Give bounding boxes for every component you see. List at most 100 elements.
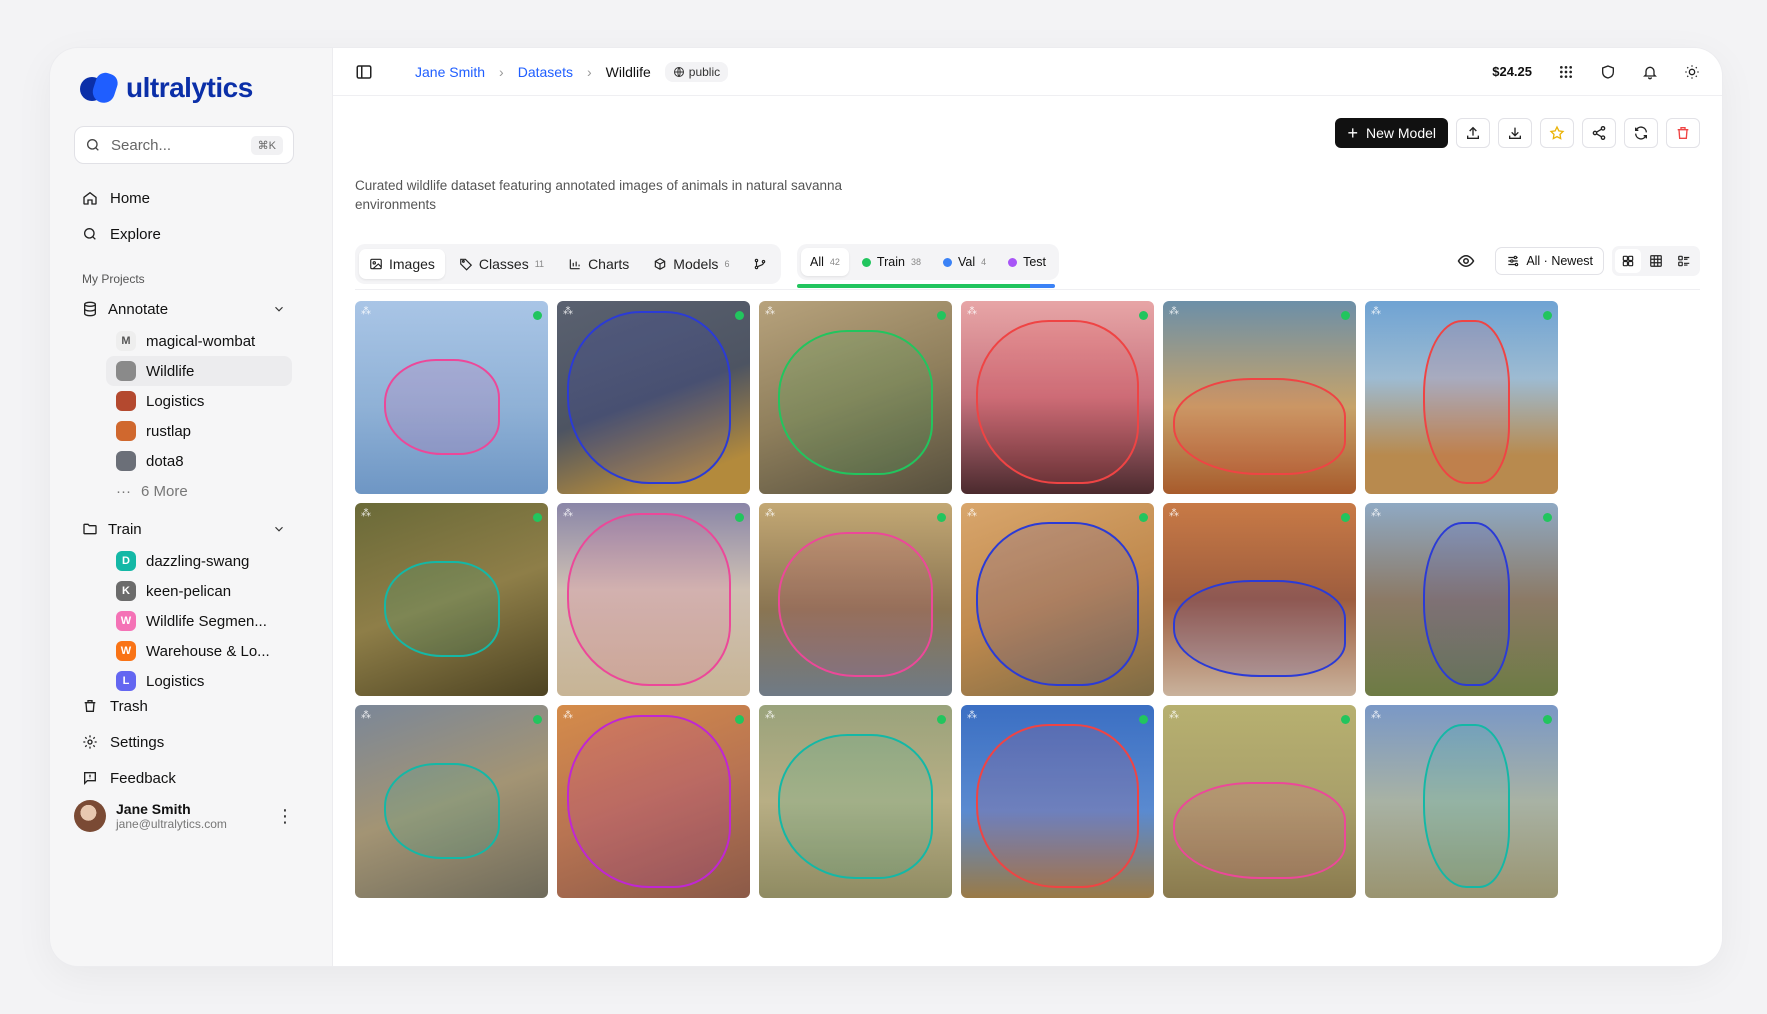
breadcrumb-user[interactable]: Jane Smith bbox=[415, 64, 485, 80]
image-tile[interactable]: ⁂ bbox=[759, 503, 952, 696]
chevron-down-icon[interactable] bbox=[272, 522, 286, 536]
shield-icon[interactable] bbox=[1600, 64, 1616, 80]
balance[interactable]: $24.25 bbox=[1492, 64, 1532, 79]
image-tile[interactable]: ⁂ bbox=[557, 503, 750, 696]
nav-explore-label: Explore bbox=[110, 225, 161, 243]
upload-button[interactable] bbox=[1456, 118, 1490, 148]
tab-charts[interactable]: Charts bbox=[558, 249, 639, 279]
split-test[interactable]: Test bbox=[999, 248, 1055, 276]
search-input[interactable]: Search... ⌘K bbox=[74, 126, 294, 164]
annotation-outline bbox=[566, 714, 731, 889]
image-tile[interactable]: ⁂ bbox=[961, 301, 1154, 494]
grid-small-icon[interactable] bbox=[1643, 249, 1669, 273]
grid-large-icon[interactable] bbox=[1615, 249, 1641, 273]
new-model-button[interactable]: + New Model bbox=[1335, 118, 1448, 148]
train-project-item[interactable]: Ddazzling-swang bbox=[106, 546, 292, 576]
annotate-project-item[interactable]: Logistics bbox=[106, 386, 292, 416]
download-button[interactable] bbox=[1498, 118, 1532, 148]
breadcrumb-datasets[interactable]: Datasets bbox=[518, 64, 573, 80]
annotation-outline bbox=[778, 531, 933, 677]
nav-home[interactable]: Home bbox=[66, 180, 302, 216]
cube-icon bbox=[655, 258, 666, 270]
nav-settings-label: Settings bbox=[110, 733, 165, 751]
nav-explore[interactable]: Explore bbox=[66, 216, 302, 252]
split-bar-val bbox=[1030, 284, 1055, 288]
image-tile[interactable]: ⁂ bbox=[1365, 301, 1558, 494]
project-avatar: M bbox=[116, 331, 136, 351]
project-label: Wildlife Segmen... bbox=[146, 612, 267, 630]
sort-button[interactable]: All · Newest bbox=[1495, 247, 1604, 275]
eye-icon[interactable] bbox=[1457, 252, 1475, 270]
apps-grid-icon[interactable] bbox=[1558, 64, 1574, 80]
image-tile[interactable]: ⁂ bbox=[1163, 503, 1356, 696]
ultralytics-logo-icon bbox=[80, 70, 121, 106]
sun-icon[interactable] bbox=[1684, 64, 1700, 80]
annotation-type-icon: ⁂ bbox=[765, 508, 775, 519]
database-icon bbox=[84, 301, 96, 317]
share-button[interactable] bbox=[1582, 118, 1616, 148]
split-progress-bar bbox=[797, 284, 1055, 288]
user-profile[interactable]: Jane Smith jane@ultralytics.com ⋮ bbox=[66, 800, 302, 832]
train-project-item[interactable]: W Wildlife Segmen... bbox=[106, 606, 292, 636]
image-tile[interactable]: ⁂ bbox=[961, 705, 1154, 898]
view-tools: All · Newest bbox=[1457, 246, 1700, 276]
image-tile[interactable]: ⁂ bbox=[1365, 705, 1558, 898]
more-vertical-icon[interactable]: ⋮ bbox=[276, 806, 294, 827]
tab-classes[interactable]: Classes 11 bbox=[449, 249, 554, 279]
nav-trash[interactable]: Trash bbox=[66, 688, 302, 724]
annotate-project-item[interactable]: dota8 bbox=[106, 446, 292, 476]
image-tile[interactable]: ⁂ bbox=[355, 705, 548, 898]
split-all[interactable]: All 42 bbox=[801, 248, 849, 276]
tab-classes-label: Classes bbox=[478, 256, 529, 272]
tab-images[interactable]: Images bbox=[359, 249, 445, 279]
group-annotate-label: Annotate bbox=[108, 300, 169, 318]
image-tile[interactable]: ⁂ bbox=[1163, 301, 1356, 494]
nav-trash-label: Trash bbox=[110, 697, 148, 715]
image-tile[interactable]: ⁂ bbox=[355, 301, 548, 494]
tab-branch[interactable] bbox=[743, 249, 777, 279]
list-view-icon[interactable] bbox=[1671, 249, 1697, 273]
image-tile[interactable]: ⁂ bbox=[355, 503, 548, 696]
image-tile[interactable]: ⁂ bbox=[1365, 503, 1558, 696]
annotate-project-item[interactable]: Mmagical-wombat bbox=[106, 326, 292, 356]
bell-icon[interactable] bbox=[1642, 64, 1658, 80]
image-tile[interactable]: ⁂ bbox=[759, 705, 952, 898]
image-tile[interactable]: ⁂ bbox=[1163, 705, 1356, 898]
project-label: magical-wombat bbox=[146, 332, 256, 350]
train-status-dot-icon bbox=[1139, 513, 1148, 522]
annotation-outline bbox=[976, 724, 1139, 889]
annotate-project-item[interactable]: Wildlife bbox=[106, 356, 292, 386]
train-project-item[interactable]: Kkeen-pelican bbox=[106, 576, 292, 606]
more-label: 6 More bbox=[141, 482, 188, 500]
show-more-projects[interactable]: ··· 6 More bbox=[106, 476, 292, 506]
search-shortcut: ⌘K bbox=[250, 135, 283, 155]
image-tile[interactable]: ⁂ bbox=[961, 503, 1154, 696]
split-val[interactable]: Val 4 bbox=[934, 248, 995, 276]
brand[interactable]: ultralytics bbox=[66, 64, 302, 108]
tab-models[interactable]: Models 6 bbox=[643, 249, 739, 279]
group-train[interactable]: Train bbox=[66, 512, 302, 546]
train-status-dot-icon bbox=[1543, 715, 1552, 724]
image-tile[interactable]: ⁂ bbox=[557, 301, 750, 494]
chevron-down-icon[interactable] bbox=[272, 302, 286, 316]
split-train[interactable]: Train 38 bbox=[853, 248, 930, 276]
train-project-list: Ddazzling-swang Kkeen-pelican W Wildlife Se… bbox=[66, 546, 302, 696]
annotation-outline bbox=[1422, 320, 1510, 485]
annotation-outline bbox=[1172, 580, 1347, 677]
user-email: jane@ultralytics.com bbox=[116, 817, 227, 831]
annotate-project-item[interactable]: rustlap bbox=[106, 416, 292, 446]
train-project-item[interactable]: W Warehouse & Lo... bbox=[106, 636, 292, 666]
train-status-dot-icon bbox=[1543, 311, 1552, 320]
sidebar-toggle-icon[interactable] bbox=[355, 63, 373, 81]
download-icon bbox=[1509, 127, 1521, 139]
image-tile[interactable]: ⁂ bbox=[759, 301, 952, 494]
delete-button[interactable] bbox=[1666, 118, 1700, 148]
star-button[interactable] bbox=[1540, 118, 1574, 148]
nav-feedback[interactable]: Feedback bbox=[66, 760, 302, 796]
group-annotate[interactable]: Annotate bbox=[66, 292, 302, 326]
image-tile[interactable]: ⁂ bbox=[557, 705, 750, 898]
dataset-actions: + New Model bbox=[1335, 118, 1700, 148]
refresh-button[interactable] bbox=[1624, 118, 1658, 148]
split-all-label: All bbox=[810, 255, 824, 269]
nav-settings[interactable]: Settings bbox=[66, 724, 302, 760]
